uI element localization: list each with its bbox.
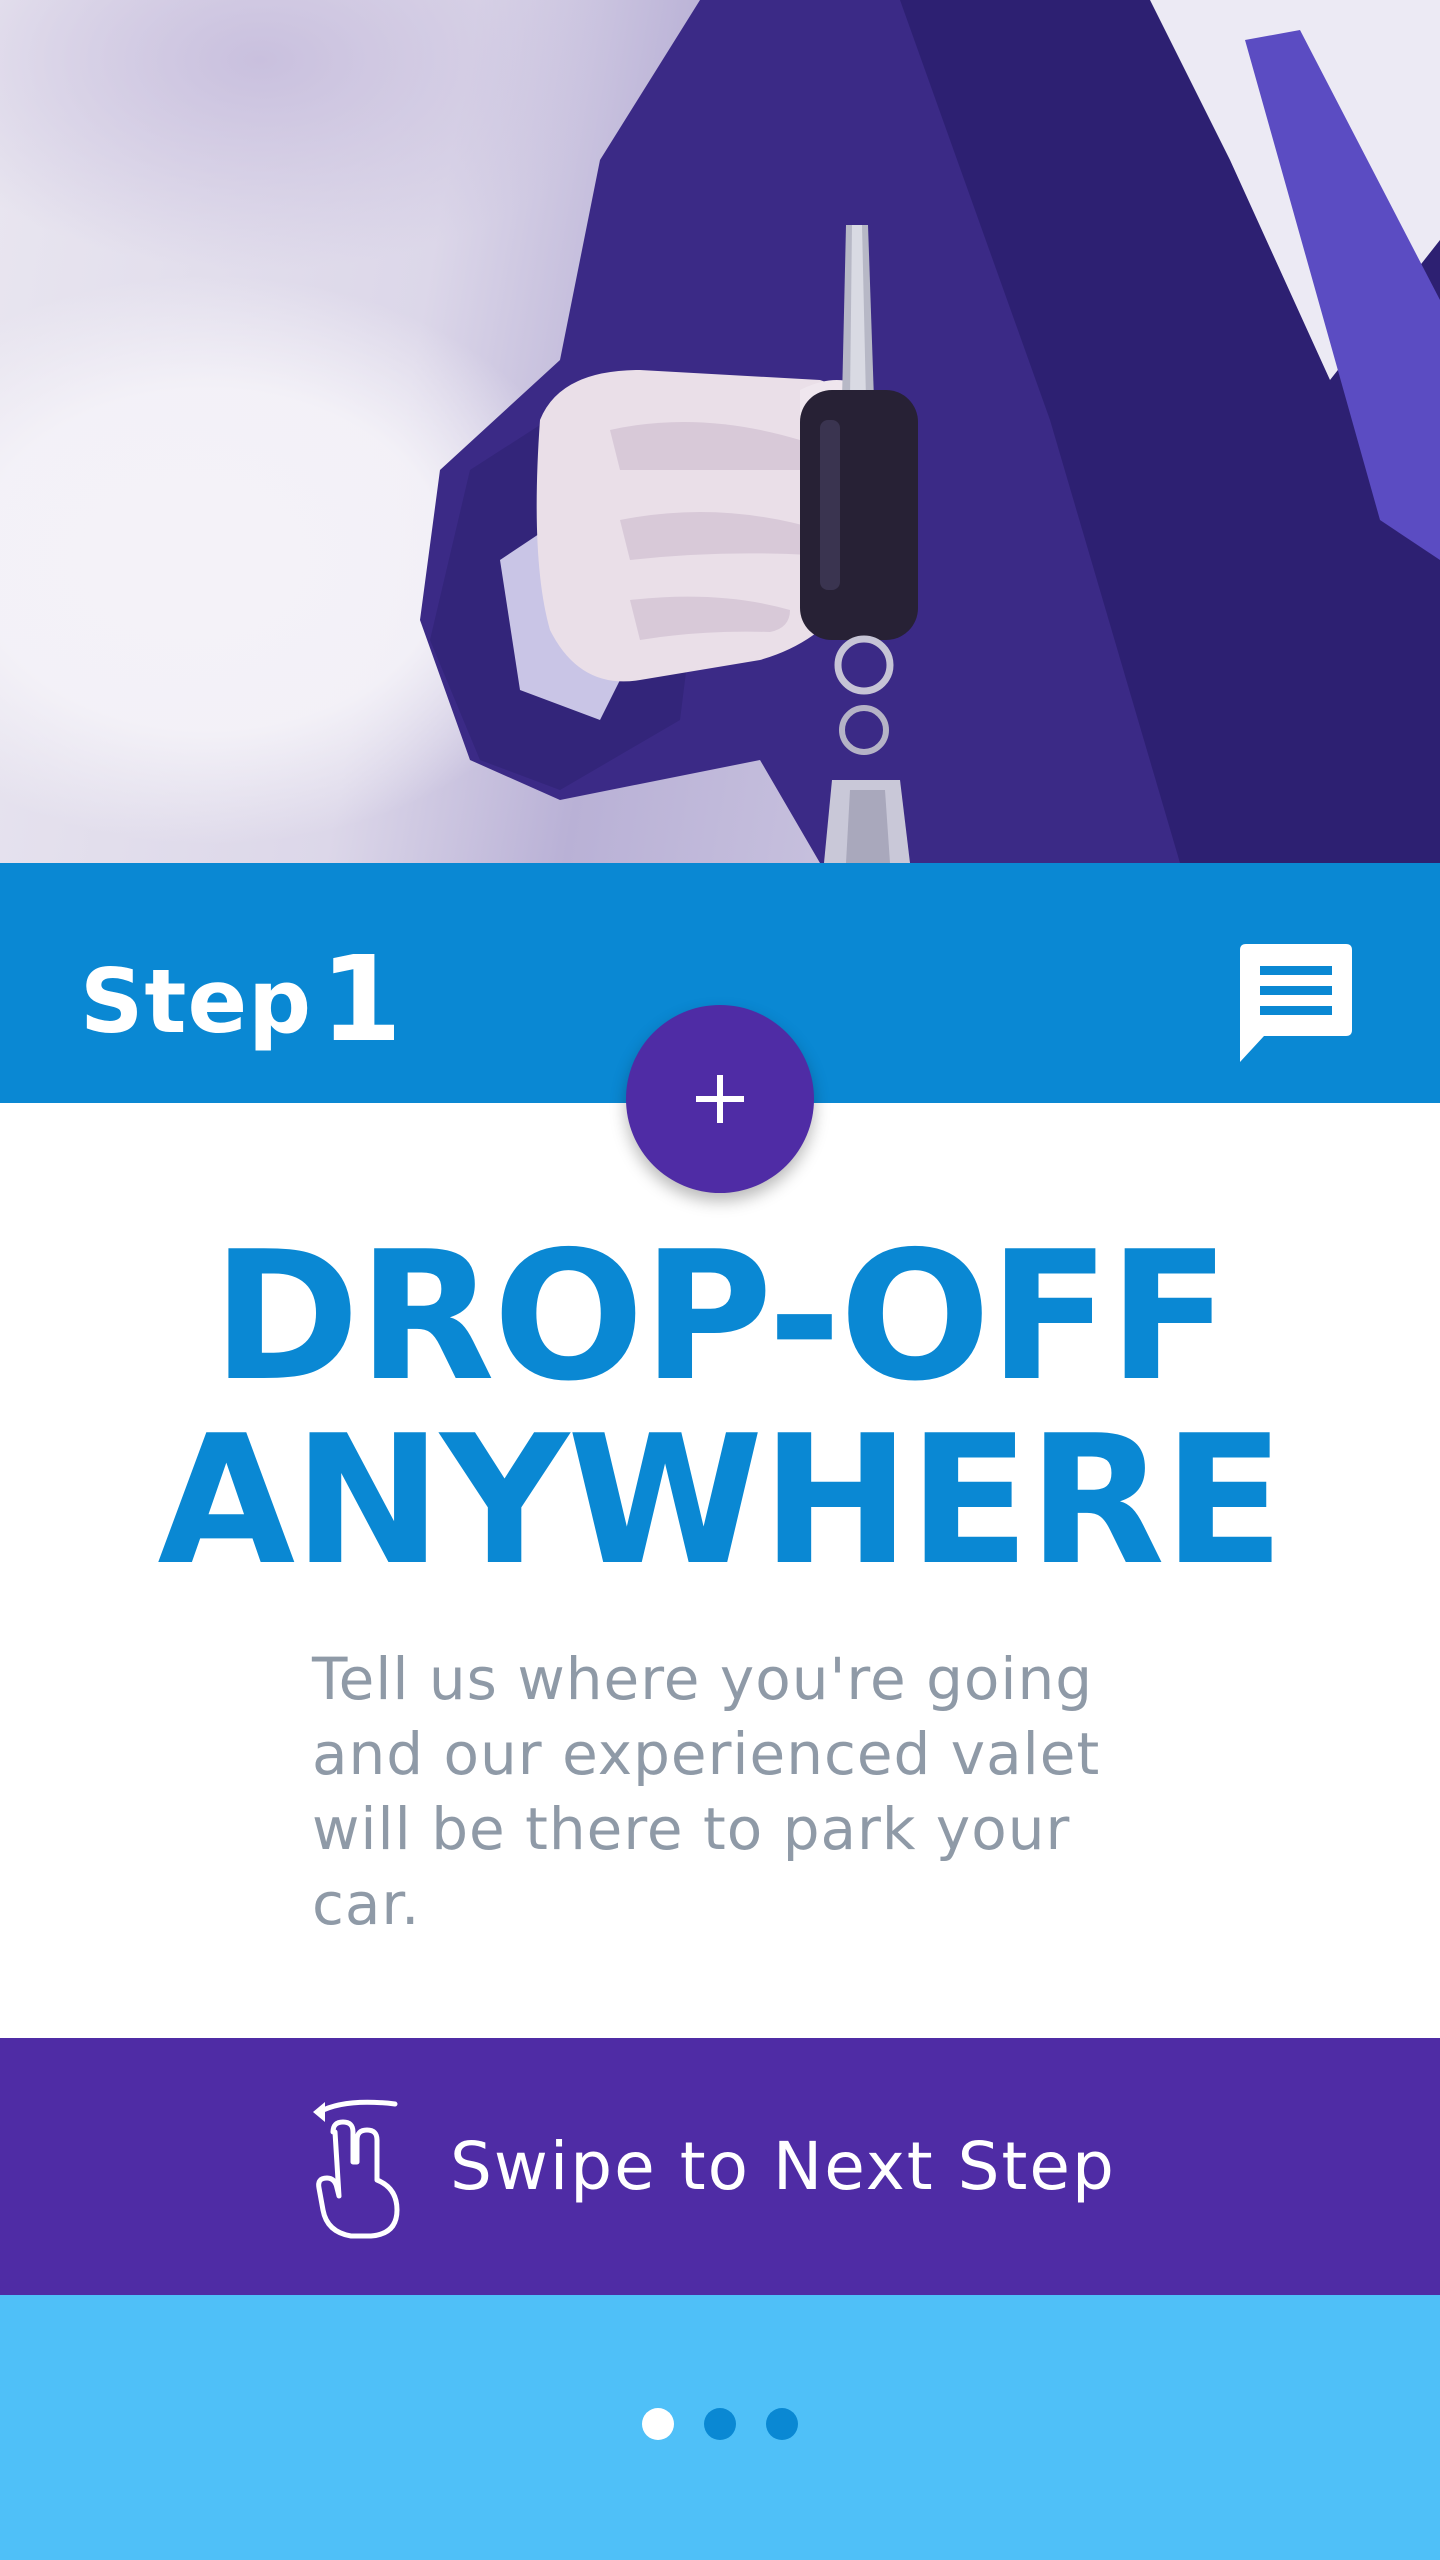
add-button[interactable] xyxy=(626,1005,814,1193)
step-label: Step xyxy=(80,950,313,1053)
page-dot-1[interactable] xyxy=(642,2408,674,2440)
title-line-2: ANYWHERE xyxy=(157,1397,1284,1604)
description-line-1: Tell us where you're going xyxy=(312,1645,1094,1713)
page-dot-2[interactable] xyxy=(704,2408,736,2440)
step-number: 1 xyxy=(320,930,403,1068)
description-text: Tell us where you're going and our exper… xyxy=(312,1642,1172,1942)
description-line-3: will be there to park your xyxy=(312,1795,1071,1863)
page-title: DROP-OFF ANYWHERE xyxy=(0,1225,1440,1593)
chat-icon xyxy=(1240,944,1352,1062)
title-line-1: DROP-OFF xyxy=(212,1213,1230,1420)
page-dot-3[interactable] xyxy=(766,2408,798,2440)
hero-photo xyxy=(0,0,1440,863)
description-line-2: and our experienced valet xyxy=(312,1720,1101,1788)
description-line-4: car. xyxy=(312,1870,421,1938)
swipe-label: Swipe to Next Step xyxy=(450,2128,1116,2205)
hand-holding-car-key-illustration xyxy=(420,0,1440,863)
chat-button[interactable] xyxy=(1228,940,1358,1070)
plus-icon xyxy=(696,1075,744,1123)
swipe-gesture-icon xyxy=(313,2099,400,2239)
